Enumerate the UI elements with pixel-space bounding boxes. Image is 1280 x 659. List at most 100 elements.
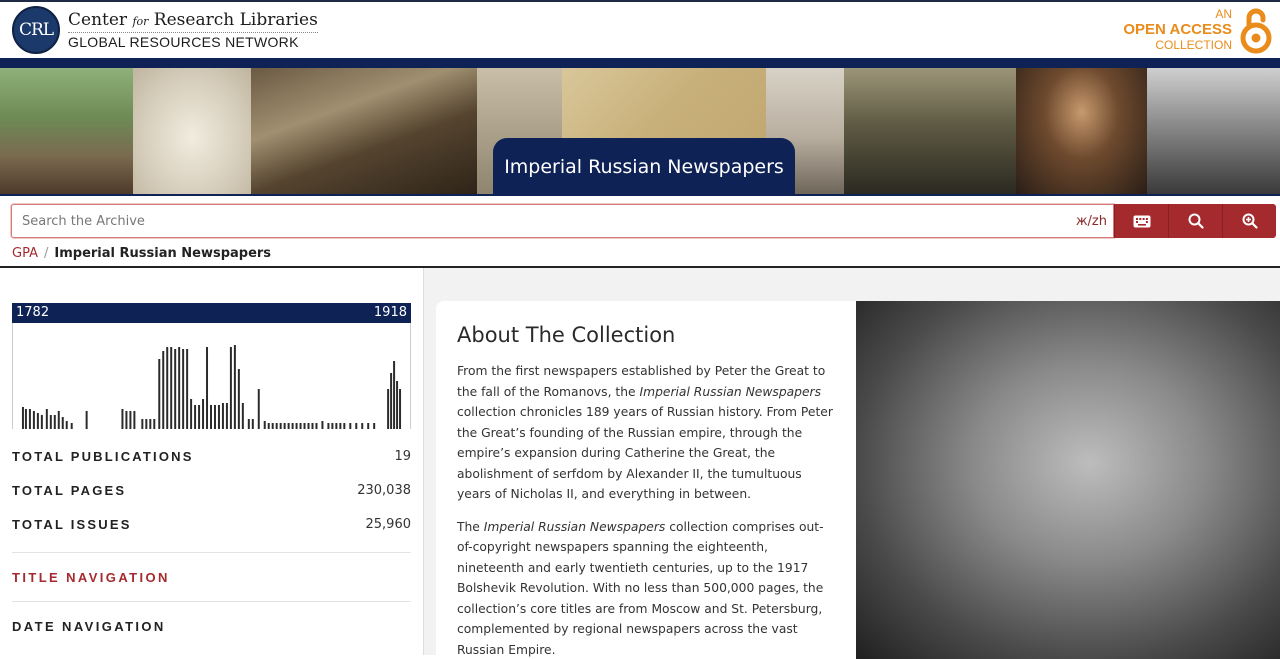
oa-line2: OPEN ACCESS <box>1123 21 1232 39</box>
stat-value: 19 <box>394 448 411 464</box>
histogram-bar <box>335 423 338 429</box>
search-button[interactable] <box>1168 204 1222 238</box>
main-content: 1782 1918 TOTAL PUBLICATIONS 19 TOTAL PA… <box>0 268 1280 659</box>
histogram-bar <box>251 419 254 429</box>
histogram-bar <box>263 421 266 429</box>
histogram-bar <box>178 347 181 429</box>
logo-line2: GLOBAL RESOURCES NETWORK <box>68 32 318 50</box>
histogram-bar <box>206 347 209 429</box>
stat-label: TOTAL PAGES <box>12 482 127 498</box>
header-stripe <box>0 58 1280 68</box>
stat-total-pages: TOTAL PAGES 230,038 <box>12 473 411 507</box>
about-paragraph-1: From the first newspapers established by… <box>457 361 836 505</box>
sidebar: 1782 1918 TOTAL PUBLICATIONS 19 TOTAL PA… <box>0 268 424 655</box>
histogram-bar <box>121 409 124 429</box>
histogram-bar <box>311 423 314 429</box>
histogram-bar <box>32 411 35 429</box>
histogram-bar <box>166 347 169 429</box>
collection-title-tab: Imperial Russian Newspapers <box>493 138 795 194</box>
histogram-bar <box>45 409 48 429</box>
histogram-bar <box>271 423 274 429</box>
histogram-bar <box>299 423 302 429</box>
crl-logo-mark: CRL <box>12 6 60 54</box>
breadcrumb-current: Imperial Russian Newspapers <box>54 246 272 261</box>
histogram-bar <box>367 423 370 429</box>
histogram-bar <box>283 423 286 429</box>
histogram-bar <box>217 405 220 429</box>
search-bar: ж/zh <box>0 196 1280 238</box>
publication-histogram[interactable] <box>12 323 411 429</box>
histogram-bar <box>149 419 152 429</box>
open-access-badge: AN OPEN ACCESS COLLECTION <box>1123 6 1272 54</box>
banner-image-naval-battle <box>251 68 477 194</box>
histogram-bar <box>182 349 185 429</box>
histogram-bar <box>125 411 128 429</box>
histogram-bar <box>295 423 298 429</box>
open-access-text: AN OPEN ACCESS COLLECTION <box>1123 6 1232 53</box>
histogram-bar <box>40 415 43 429</box>
histogram-bar <box>24 409 27 429</box>
histogram-bar <box>267 423 270 429</box>
logo-line1-b: Research Libraries <box>148 10 318 30</box>
about-p1-emphasis: Imperial Russian Newspapers <box>639 384 822 399</box>
banner-image-pushkin <box>1016 68 1147 194</box>
banner-collage: Imperial Russian Newspapers <box>0 68 1280 196</box>
histogram-bar <box>162 351 165 429</box>
histogram-bar <box>396 381 399 429</box>
histogram-bar <box>287 423 290 429</box>
timeline-start: 1782 <box>16 305 50 320</box>
histogram-bar <box>210 405 212 429</box>
histogram-bar <box>393 361 396 429</box>
tsar-reading-photo <box>856 301 1280 659</box>
histogram-bar <box>186 349 189 429</box>
crl-logo[interactable]: CRL Center for Research Libraries GLOBAL… <box>12 6 318 54</box>
histogram-bar <box>53 415 56 429</box>
date-navigation-link[interactable]: DATE NAVIGATION <box>12 601 411 650</box>
histogram-bar <box>315 423 318 429</box>
open-access-lock-icon <box>1240 8 1272 54</box>
histogram-bar <box>153 419 156 429</box>
stat-label: TOTAL ISSUES <box>12 516 132 532</box>
search-input[interactable] <box>22 213 1076 229</box>
advanced-search-icon <box>1242 213 1258 229</box>
about-p2-text-a: The <box>457 519 484 534</box>
stat-label: TOTAL PUBLICATIONS <box>12 448 194 464</box>
search-icon <box>1188 213 1204 229</box>
transliteration-toggle[interactable]: ж/zh <box>1076 214 1107 229</box>
about-heading: About The Collection <box>457 323 676 347</box>
keyboard-button[interactable] <box>1114 204 1168 238</box>
banner-image-clergy <box>844 68 1016 194</box>
timeline-end: 1918 <box>373 305 407 320</box>
histogram-bar <box>85 411 88 429</box>
about-card: About The Collection From the first news… <box>436 301 1280 659</box>
collection-stats: TOTAL PUBLICATIONS 19 TOTAL PAGES 230,03… <box>12 433 411 541</box>
about-p2-emphasis: Imperial Russian Newspapers <box>483 519 666 534</box>
advanced-search-button[interactable] <box>1222 204 1276 238</box>
histogram-bar <box>307 423 310 429</box>
breadcrumb-gpa-link[interactable]: GPA <box>12 246 38 261</box>
content-area: About The Collection From the first news… <box>424 268 1280 659</box>
histogram-bar <box>221 403 224 429</box>
about-p2-text-b: collection comprises out-of-copyright ne… <box>457 519 824 657</box>
title-navigation-link[interactable]: TITLE NAVIGATION <box>12 552 411 601</box>
histogram-bar <box>129 411 132 429</box>
histogram-bar <box>21 407 24 429</box>
histogram-bar <box>327 423 330 429</box>
site-header: CRL Center for Research Libraries GLOBAL… <box>0 0 1280 58</box>
banner-image-demonstration <box>1147 68 1280 194</box>
search-box: ж/zh <box>11 204 1114 238</box>
histogram-bar <box>49 415 52 429</box>
stat-value: 25,960 <box>365 516 412 532</box>
histogram-bar <box>65 421 68 429</box>
about-p1-text-b: collection chronicles 189 years of Russi… <box>457 405 833 501</box>
crl-logo-text: Center for Research Libraries GLOBAL RES… <box>68 10 318 50</box>
oa-line1: AN <box>1215 6 1232 21</box>
stat-total-issues: TOTAL ISSUES 25,960 <box>12 507 411 541</box>
histogram-bar <box>331 423 334 429</box>
stat-total-publications: TOTAL PUBLICATIONS 19 <box>12 439 411 473</box>
timeline-range[interactable]: 1782 1918 <box>12 303 411 323</box>
histogram-bar <box>57 411 60 429</box>
histogram-bar <box>190 399 193 429</box>
stat-value: 230,038 <box>357 482 411 498</box>
histogram-bar <box>241 403 244 429</box>
